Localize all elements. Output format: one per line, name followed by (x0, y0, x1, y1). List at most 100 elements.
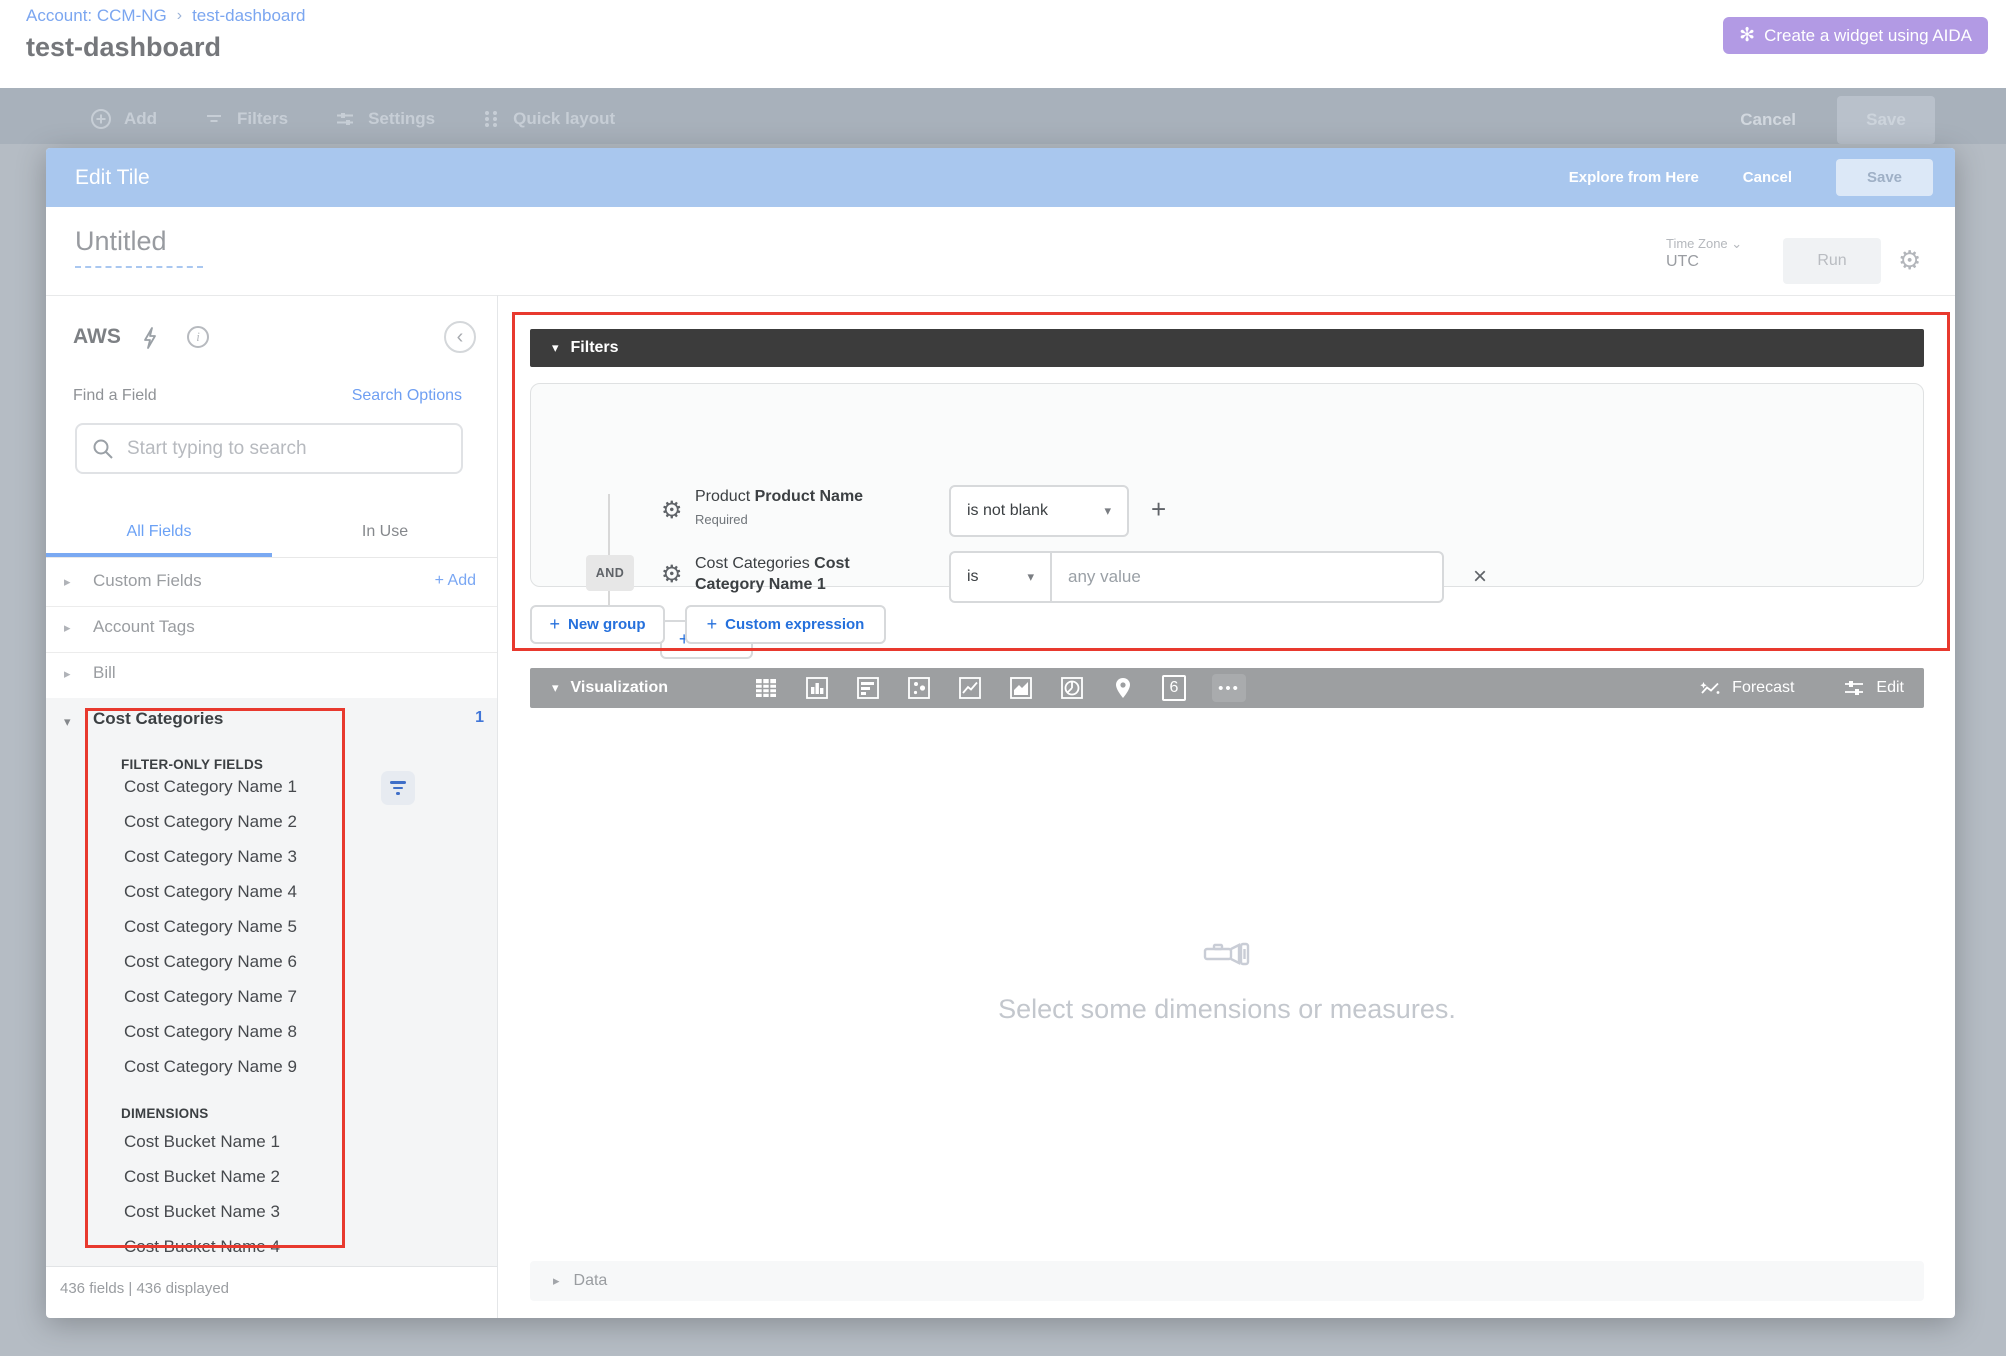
field-cost-category-name-7[interactable]: Cost Category Name 7 (124, 987, 297, 1007)
filter-operator-dropdown[interactable]: is ▾ (949, 551, 1052, 603)
filters-section-header[interactable]: ▾ Filters (530, 329, 1924, 367)
page-title: test-dashboard (26, 32, 221, 63)
sidebar-item-bill[interactable]: ▸ Bill (46, 652, 498, 698)
run-button[interactable]: Run (1783, 238, 1881, 284)
table-viz-icon[interactable] (752, 674, 780, 702)
chevron-down-icon: ▾ (1027, 569, 1034, 585)
explore-from-here-button[interactable]: Explore from Here (1569, 169, 1699, 186)
toolbar-add-label: Add (124, 109, 157, 129)
field-cost-bucket-name-1[interactable]: Cost Bucket Name 1 (124, 1132, 280, 1152)
add-custom-field-button[interactable]: + Add (435, 572, 476, 590)
field-cost-category-name-4[interactable]: Cost Category Name 4 (124, 882, 297, 902)
chevron-left-icon: ‹ (457, 326, 464, 349)
collapse-sidebar-button[interactable]: ‹ (444, 321, 476, 353)
add-filter-value-button[interactable]: + (1151, 494, 1166, 525)
filter-value-input[interactable] (1052, 551, 1444, 603)
filter-by-field-button[interactable] (381, 771, 415, 805)
dimensions-header: DIMENSIONS (121, 1106, 209, 1121)
visualization-section-header[interactable]: ▾ Visualization (530, 668, 1924, 708)
create-widget-aida-button[interactable]: ✻ Create a widget using AIDA (1723, 17, 1988, 54)
filters-title: Filters (571, 339, 619, 357)
field-cost-category-name-8[interactable]: Cost Category Name 8 (124, 1022, 297, 1042)
tile-name-input[interactable]: Untitled (75, 226, 167, 257)
modal-save-button[interactable]: Save (1836, 159, 1933, 196)
breadcrumb-separator-icon: › (177, 7, 182, 25)
field-count-status: 436 fields | 436 displayed (60, 1280, 229, 1297)
field-cost-category-name-6[interactable]: Cost Category Name 6 (124, 952, 297, 972)
info-icon[interactable]: i (187, 326, 209, 348)
filter-operator-dropdown[interactable]: is not blank ▾ (949, 485, 1129, 537)
filter-lines-icon (203, 108, 225, 130)
toolbar-filters-button[interactable]: Filters (203, 108, 288, 130)
forecast-sparkle-icon (1698, 677, 1722, 699)
toolbar-filters-label: Filters (237, 109, 288, 129)
toolbar-save-button[interactable]: Save (1837, 96, 1935, 144)
toolbar-settings-button[interactable]: Settings (334, 108, 435, 130)
cost-categories-count-badge: 1 (475, 709, 484, 727)
remove-filter-icon[interactable]: × (1473, 563, 1487, 591)
new-group-button[interactable]: + New group (530, 605, 665, 644)
timezone-dropdown[interactable]: Time Zone ⌄ (1666, 236, 1742, 252)
caret-right-icon: ▸ (64, 574, 71, 590)
filter-icon (390, 781, 406, 784)
tab-in-use[interactable]: In Use (272, 511, 498, 557)
scatter-viz-icon[interactable] (905, 674, 933, 702)
field-search-input[interactable] (127, 438, 427, 460)
field-cost-category-name-3[interactable]: Cost Category Name 3 (124, 847, 297, 867)
filter-required-label: Required (695, 509, 895, 530)
and-logic-chip[interactable]: AND (586, 555, 634, 591)
caret-right-icon: ▸ (64, 620, 71, 636)
filter-field-gear-icon[interactable]: ⚙ (661, 560, 683, 588)
modal-title: Edit Tile (75, 166, 150, 190)
field-cost-category-name-1[interactable]: Cost Category Name 1 (124, 777, 297, 797)
field-cost-category-name-2[interactable]: Cost Category Name 2 (124, 812, 297, 832)
area-chart-viz-icon[interactable] (1007, 674, 1035, 702)
more-viz-types-icon[interactable]: ••• (1211, 674, 1247, 702)
aida-button-label: Create a widget using AIDA (1764, 26, 1972, 46)
filter-field-gear-icon[interactable]: ⚙ (661, 496, 683, 524)
toolbar-add-button[interactable]: Add (90, 108, 157, 130)
edit-visualization-button[interactable]: Edit (1842, 677, 1904, 699)
breadcrumb: Account: CCM-NG › test-dashboard (26, 6, 305, 26)
sidebar-item-account-tags[interactable]: ▸ Account Tags (46, 606, 498, 652)
tile-name-underline (75, 266, 203, 268)
bar-chart-viz-icon[interactable] (854, 674, 882, 702)
caret-right-icon: ▸ (64, 666, 71, 682)
edit-sliders-icon (1842, 677, 1866, 699)
caret-down-icon: ▾ (64, 714, 71, 730)
data-section-header[interactable]: ▸ Data (530, 1261, 1924, 1301)
single-value-viz-icon[interactable]: 6 (1160, 674, 1188, 702)
search-options-link[interactable]: Search Options (352, 387, 462, 405)
field-cost-bucket-name-4[interactable]: Cost Bucket Name 4 (124, 1237, 280, 1257)
column-chart-viz-icon[interactable] (803, 674, 831, 702)
toolbar-quick-layout-button[interactable]: Quick layout (481, 108, 615, 130)
modal-cancel-button[interactable]: Cancel (1743, 169, 1792, 186)
edit-label: Edit (1876, 679, 1904, 697)
edit-tile-modal: Edit Tile Explore from Here Cancel Save … (46, 148, 1955, 1318)
field-tabs: All Fields In Use (46, 511, 498, 557)
field-cost-category-name-9[interactable]: Cost Category Name 9 (124, 1057, 297, 1077)
pie-chart-viz-icon[interactable] (1058, 674, 1086, 702)
field-picker-sidebar: AWS i ‹ Find a Field Search Options All … (46, 295, 498, 1318)
toolbar-cancel-button[interactable]: Cancel (1740, 110, 1796, 130)
top-bar: Account: CCM-NG › test-dashboard test-da… (0, 0, 2006, 88)
forecast-label: Forecast (1732, 679, 1794, 697)
field-search-box[interactable] (75, 423, 463, 474)
tile-settings-gear-icon[interactable]: ⚙ (1898, 246, 1921, 276)
field-cost-bucket-name-2[interactable]: Cost Bucket Name 2 (124, 1167, 280, 1187)
filter-row-2-field: Cost Categories Cost Category Name 1 (695, 553, 880, 595)
line-chart-viz-icon[interactable] (956, 674, 984, 702)
modal-header: Edit Tile Explore from Here Cancel Save (46, 148, 1955, 207)
map-viz-icon[interactable] (1109, 674, 1137, 702)
sidebar-item-cost-categories[interactable]: Cost Categories (93, 709, 223, 729)
sidebar-item-custom-fields[interactable]: ▸ Custom Fields + Add (46, 560, 498, 606)
field-cost-bucket-name-3[interactable]: Cost Bucket Name 3 (124, 1202, 280, 1222)
tab-all-fields[interactable]: All Fields (46, 511, 272, 557)
breadcrumb-current-link[interactable]: test-dashboard (192, 6, 305, 26)
custom-expression-button[interactable]: + Custom expression (685, 605, 886, 644)
forecast-button[interactable]: Forecast (1698, 677, 1794, 699)
section-label: Bill (93, 663, 116, 683)
breadcrumb-account-link[interactable]: Account: CCM-NG (26, 6, 167, 26)
aida-sparkle-icon: ✻ (1739, 26, 1755, 45)
field-cost-category-name-5[interactable]: Cost Category Name 5 (124, 917, 297, 937)
